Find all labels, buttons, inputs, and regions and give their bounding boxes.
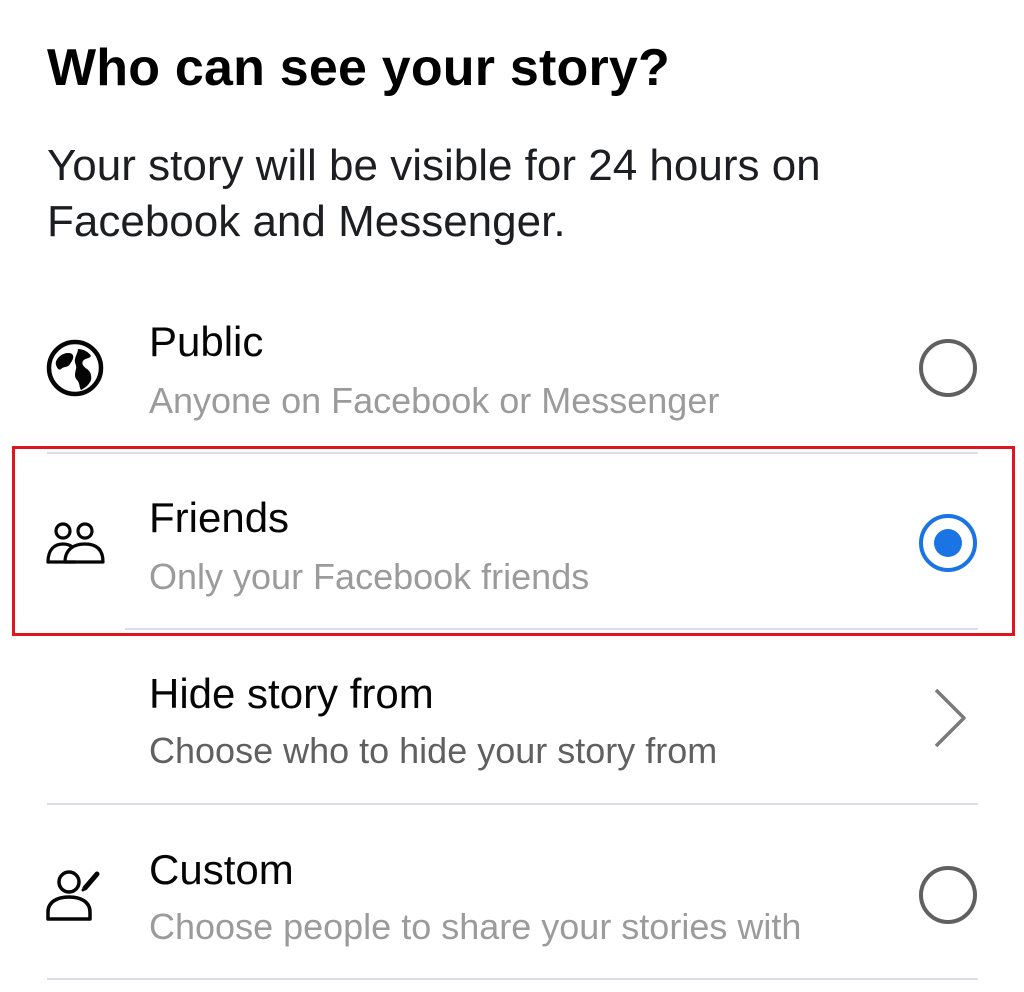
custom-person-edit-icon <box>45 866 105 926</box>
globe-icon <box>45 338 105 398</box>
public-radio-button[interactable] <box>919 339 977 397</box>
divider <box>47 978 978 980</box>
audience-option-public[interactable]: Public Anyone on Facebook or Messenger <box>0 292 1024 468</box>
audience-option-custom-subtitle: Choose people to share your stories with <box>149 906 802 947</box>
audience-option-custom[interactable]: Custom Choose people to share your stori… <box>0 816 1024 992</box>
custom-radio-button[interactable] <box>919 866 977 924</box>
hide-story-from-subtitle: Choose who to hide your story from <box>149 730 718 771</box>
audience-option-public-subtitle: Anyone on Facebook or Messenger <box>149 380 720 421</box>
audience-option-friends[interactable]: Friends Only your Facebook friends <box>0 466 1024 642</box>
audience-option-friends-subtitle: Only your Facebook friends <box>149 556 590 597</box>
friends-radio-button[interactable] <box>919 514 977 572</box>
hide-story-from-title: Hide story from <box>149 670 434 717</box>
audience-option-friends-title: Friends <box>149 494 290 541</box>
friends-icon <box>45 512 105 572</box>
page-title: Who can see your story? <box>47 39 670 97</box>
divider <box>47 452 978 454</box>
divider <box>125 628 978 630</box>
audience-option-custom-title: Custom <box>149 846 294 893</box>
chevron-right-icon <box>930 686 970 750</box>
hide-story-from-row[interactable]: Hide story from Choose who to hide your … <box>0 642 1024 818</box>
story-visibility-description: Your story will be visible for 24 hours … <box>47 141 821 246</box>
divider <box>47 803 978 805</box>
audience-option-public-title: Public <box>149 318 264 365</box>
